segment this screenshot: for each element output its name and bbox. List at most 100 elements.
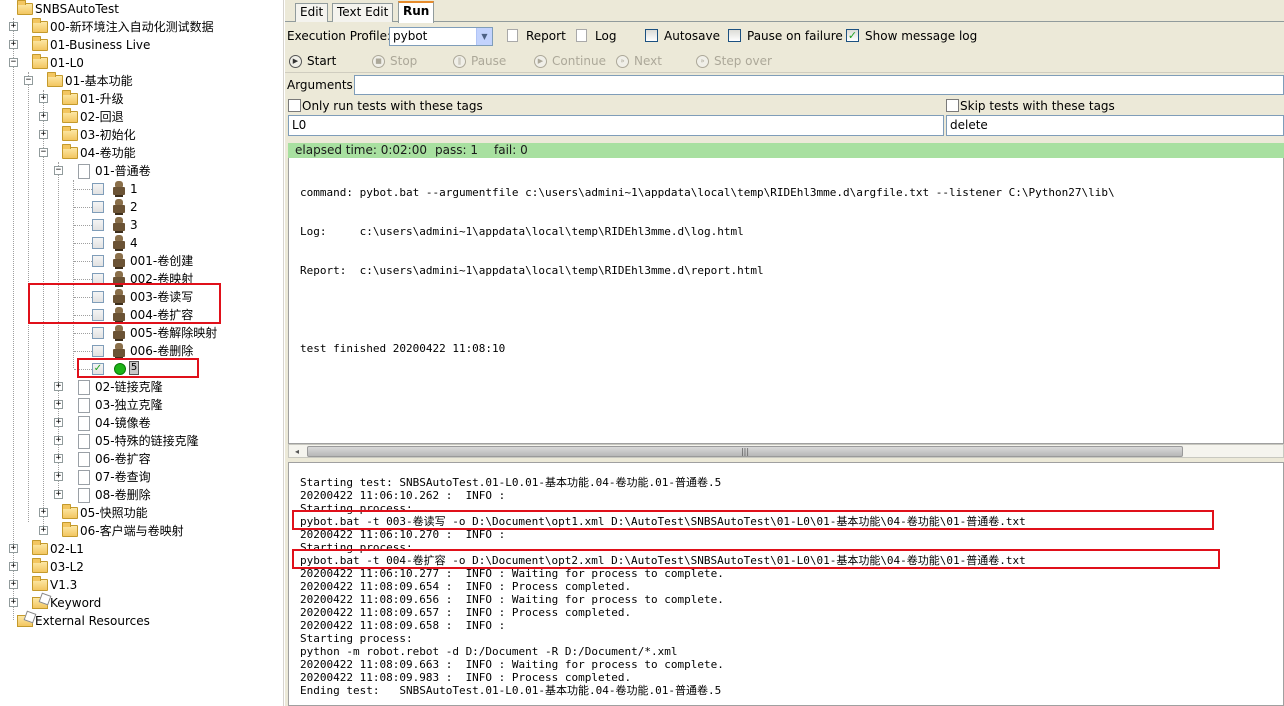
expand-icon[interactable]: + — [39, 526, 48, 535]
expand-icon[interactable]: + — [54, 436, 63, 445]
file-icon — [78, 164, 90, 179]
folder-icon — [17, 0, 33, 15]
folder-icon — [32, 54, 48, 69]
tab-text-edit[interactable]: Text Edit — [332, 3, 394, 22]
tree-guide-line — [58, 162, 59, 496]
tab-edit[interactable]: Edit — [295, 3, 329, 22]
expand-icon[interactable]: + — [39, 112, 48, 121]
tree-node-label: 02-链接克隆 — [95, 380, 163, 394]
pause-on-failure-checkbox[interactable] — [728, 29, 741, 42]
expand-icon[interactable]: + — [54, 490, 63, 499]
test-checkbox[interactable] — [92, 183, 104, 195]
collapse-icon[interactable]: − — [54, 166, 63, 175]
expand-icon[interactable]: + — [54, 418, 63, 427]
only-run-tags-input[interactable]: L0 — [288, 115, 944, 136]
tree-guide-line — [74, 189, 92, 190]
skip-tags-input[interactable]: delete — [946, 115, 1284, 136]
tree-guide-line — [73, 180, 74, 368]
collapse-icon[interactable]: − — [9, 58, 18, 67]
autosave-checkbox[interactable] — [645, 29, 658, 42]
tree-node-label: 06-卷扩容 — [95, 452, 151, 466]
expand-icon[interactable]: + — [54, 454, 63, 463]
run-toolbar: ▶ Start ■ Stop ‖ Pause ▶ Continue » Next » Ste… — [285, 50, 1284, 72]
collapse-icon[interactable]: − — [39, 148, 48, 157]
arguments-input[interactable] — [354, 75, 1284, 95]
scrollbar-thumb[interactable]: ||| — [307, 446, 1183, 457]
folder-icon — [62, 522, 78, 537]
skip-tags-label: Skip tests with these tags — [960, 99, 1115, 113]
tree-node-label: 01-基本功能 — [65, 74, 133, 88]
only-run-tags-checkbox[interactable] — [288, 99, 301, 112]
collapse-icon[interactable]: − — [24, 76, 33, 85]
expand-icon[interactable]: + — [9, 562, 18, 571]
show-message-log-checkbox[interactable]: ✓ — [846, 29, 859, 42]
console-horizontal-scrollbar[interactable]: ◂ ||| — [288, 444, 1284, 458]
expand-icon[interactable]: + — [9, 40, 18, 49]
expand-icon[interactable]: + — [9, 22, 18, 31]
tree-node-label: 03-L2 — [50, 560, 84, 574]
file-icon — [78, 398, 90, 413]
show-message-log-label: Show message log — [865, 29, 978, 43]
file-icon — [78, 488, 90, 503]
expand-icon[interactable]: + — [39, 130, 48, 139]
tree-node-label: 04-镜像卷 — [95, 416, 151, 430]
file-icon — [78, 470, 90, 485]
tree-guide-line — [74, 243, 92, 244]
test-checkbox[interactable] — [92, 345, 104, 357]
tree-guide-line — [74, 225, 92, 226]
execution-profile-select[interactable]: pybot ▼ — [389, 27, 493, 46]
step-over-button[interactable]: » Step over — [696, 53, 772, 70]
log-line: 20200422 11:08:09.657 : INFO : Process c… — [300, 606, 632, 619]
tree-node-label: V1.3 — [50, 578, 78, 592]
tree-guide-line — [74, 351, 92, 352]
step-over-label: Step over — [714, 54, 772, 68]
expand-icon[interactable]: + — [9, 598, 18, 607]
continue-icon: ▶ — [534, 55, 547, 68]
pause-label: Pause — [471, 54, 507, 68]
expand-icon[interactable]: + — [54, 400, 63, 409]
message-log[interactable]: Starting test: SNBSAutoTest.01-L0.01-基本功… — [288, 462, 1284, 706]
expand-icon[interactable]: + — [54, 472, 63, 481]
pause-button[interactable]: ‖ Pause — [453, 53, 506, 70]
console-line: Log: c:\users\admini~1\appdata\local\tem… — [300, 225, 744, 238]
test-checkbox[interactable] — [92, 327, 104, 339]
tree-node-label: 005-卷解除映射 — [130, 326, 218, 340]
log-line: Starting process: — [300, 632, 413, 645]
test-checkbox[interactable] — [92, 219, 104, 231]
highlight-box — [77, 358, 199, 378]
tree-node-label: 08-卷删除 — [95, 488, 151, 502]
step-over-icon: » — [696, 55, 709, 68]
expand-icon[interactable]: + — [39, 508, 48, 517]
log-button[interactable]: Log — [595, 28, 616, 44]
test-checkbox[interactable] — [92, 237, 104, 249]
continue-button[interactable]: ▶ Continue — [534, 53, 606, 70]
console-line: test finished 20200422 11:08:10 — [300, 342, 506, 355]
arguments-row: Arguments: — [285, 75, 1284, 97]
test-checkbox[interactable] — [92, 201, 104, 213]
next-button[interactable]: » Next — [616, 53, 662, 70]
expand-icon[interactable]: + — [39, 94, 48, 103]
robot-icon — [112, 181, 126, 197]
scroll-left-icon[interactable]: ◂ — [291, 446, 303, 457]
execution-settings-row: Execution Profile: pybot ▼ Report Log Au… — [285, 25, 1284, 47]
test-checkbox[interactable] — [92, 255, 104, 267]
run-status-bar: elapsed time: 0:02:00 pass: 1 fail: 0 — [288, 143, 1284, 158]
autosave-label: Autosave — [664, 29, 720, 43]
test-suite-tree[interactable]: SNBSAutoTest + 00-新环境注入自动化测试数据 + 01-Busi… — [0, 0, 284, 706]
start-label: Start — [307, 54, 337, 68]
console-output[interactable]: command: pybot.bat --argumentfile c:\use… — [288, 158, 1284, 444]
robot-icon — [112, 343, 126, 359]
start-button[interactable]: ▶ Start — [289, 53, 336, 70]
tab-run[interactable]: Run — [398, 1, 435, 23]
folder-icon — [47, 72, 63, 87]
tree-guide-line — [74, 207, 92, 208]
folder-icon — [32, 36, 48, 51]
stop-button[interactable]: ■ Stop — [372, 53, 417, 70]
expand-icon[interactable]: + — [54, 382, 63, 391]
expand-icon[interactable]: + — [9, 544, 18, 553]
skip-tags-checkbox[interactable] — [946, 99, 959, 112]
report-button[interactable]: Report — [526, 28, 566, 44]
expand-icon[interactable]: + — [9, 580, 18, 589]
robot-icon — [112, 217, 126, 233]
